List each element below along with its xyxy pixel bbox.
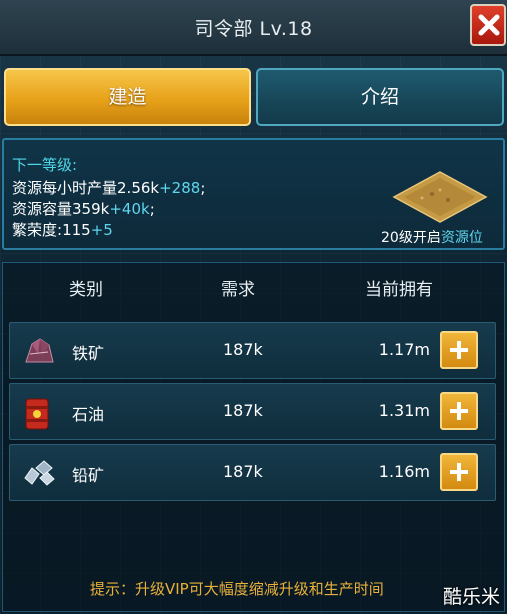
column-header-owned: 当前拥有: [365, 280, 433, 300]
resource-name: 铅矿: [72, 466, 105, 485]
table-row: 铁矿 187k 1.17m: [9, 322, 496, 379]
table-row: 铅矿 187k 1.16m: [9, 444, 496, 501]
hourly-output-line: 资源每小时产量2.56k+288;: [12, 179, 206, 197]
next-level-panel: 下一等级: 资源每小时产量2.56k+288; 资源容量359k+40k; 繁荣…: [2, 138, 505, 250]
next-level-heading: 下一等级:: [12, 156, 78, 174]
resource-need: 187k: [223, 462, 263, 481]
add-oil-button[interactable]: [440, 392, 478, 430]
tab-intro[interactable]: 介绍: [256, 68, 504, 126]
resource-name: 石油: [72, 405, 105, 424]
tab-build[interactable]: 建造: [4, 68, 251, 126]
page-title: 司令部 Lv.18: [194, 18, 313, 40]
resource-owned: 1.17m: [378, 340, 430, 359]
watermark: 酷乐米: [443, 586, 501, 608]
resource-owned: 1.31m: [378, 401, 430, 420]
unlock-hint: 20级开启资源位: [381, 230, 483, 246]
lead-ore-icon: [24, 460, 55, 486]
iron-ore-icon: [25, 338, 54, 363]
add-iron-button[interactable]: [440, 331, 478, 369]
column-header-type: 类别: [69, 280, 103, 300]
add-lead-button[interactable]: [440, 453, 478, 491]
resource-tile-icon: [392, 171, 488, 223]
resource-need: 187k: [223, 401, 263, 420]
plus-icon: [450, 402, 468, 420]
close-icon: [478, 14, 500, 36]
table-row: 石油 187k 1.31m: [9, 383, 496, 440]
upgrade-tip: 提示：升级VIP可大幅度缩减升级和生产时间: [90, 580, 384, 598]
title-bar: 司令部 Lv.18: [0, 0, 507, 56]
oil-barrel-icon: [25, 398, 49, 430]
column-header-need: 需求: [221, 280, 255, 300]
prosperity-line: 繁荣度:115+5: [12, 221, 113, 239]
resource-name: 铁矿: [72, 344, 105, 363]
resource-owned: 1.16m: [378, 462, 430, 481]
resource-need: 187k: [223, 340, 263, 359]
plus-icon: [450, 341, 468, 359]
plus-icon: [450, 463, 468, 481]
capacity-line: 资源容量359k+40k;: [12, 200, 155, 218]
close-button[interactable]: [470, 4, 506, 46]
